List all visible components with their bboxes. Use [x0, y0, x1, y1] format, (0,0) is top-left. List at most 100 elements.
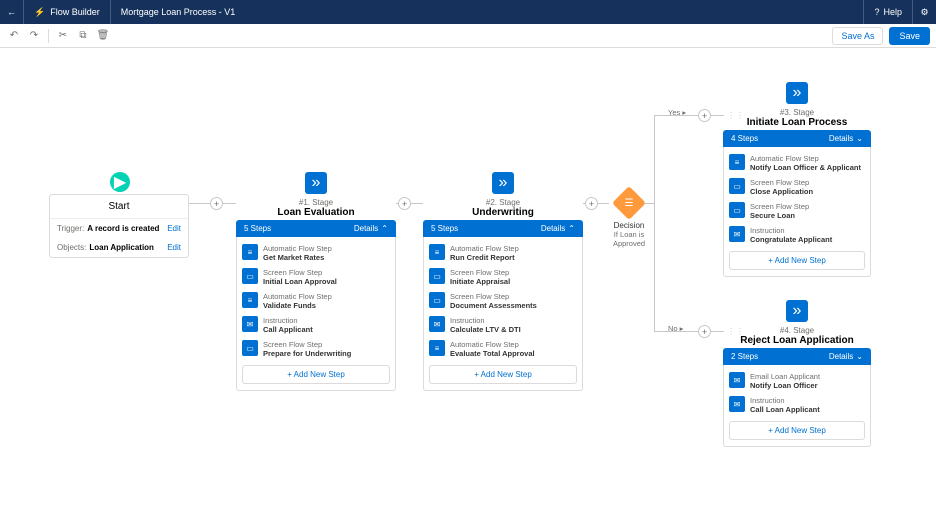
step-icon: ▭ — [429, 268, 445, 284]
edit-trigger-link[interactable]: Edit — [167, 224, 181, 233]
start-objects-row: Objects: Loan Application Edit — [50, 238, 188, 257]
step-icon: ≡ — [242, 244, 258, 260]
undo-icon: ↶ — [10, 30, 18, 41]
step-item[interactable]: ✉InstructionCall Applicant — [242, 313, 390, 337]
back-icon: ← — [7, 7, 16, 17]
edit-objects-link[interactable]: Edit — [167, 243, 181, 252]
stage-underwriting[interactable]: » #2. Stage Underwriting 5 Steps Details… — [423, 172, 583, 391]
add-node-button[interactable]: + — [698, 109, 711, 122]
stage-title: Initiate Loan Process — [723, 117, 871, 128]
add-step-button[interactable]: + Add New Step — [729, 421, 865, 440]
redo-icon: ↷ — [30, 30, 38, 41]
step-item[interactable]: ▭Screen Flow StepInitiate Appraisal — [429, 265, 577, 289]
steps-header[interactable]: 5 Steps Details ⌃ — [236, 220, 396, 237]
step-icon: ≡ — [429, 340, 445, 356]
cut-button[interactable]: ✂ — [55, 28, 71, 44]
gear-icon: ⚙ — [920, 7, 928, 18]
objects-value: Loan Application — [89, 243, 167, 252]
copy-button[interactable]: ⧉ — [75, 28, 91, 44]
details-toggle[interactable]: Details ⌃ — [541, 224, 575, 233]
step-item[interactable]: ✉InstructionCalculate LTV & DTI — [429, 313, 577, 337]
chevron-down-icon: ⌄ — [856, 134, 863, 143]
step-item[interactable]: ✉Email Loan ApplicantNotify Loan Officer — [729, 369, 865, 393]
step-icon: ✉ — [242, 316, 258, 332]
stage-title: Loan Evaluation — [236, 207, 396, 218]
flow-canvas[interactable]: ▶ Start Trigger: A record is created Edi… — [0, 48, 936, 526]
stage-title: Underwriting — [423, 207, 583, 218]
step-item[interactable]: ✉InstructionCall Loan Applicant — [729, 393, 865, 417]
flow-builder-icon: ⚡ — [34, 7, 45, 18]
stage-body: ≡Automatic Flow StepRun Credit Report ▭S… — [423, 237, 583, 391]
step-item[interactable]: ≡Automatic Flow StepValidate Funds — [242, 289, 390, 313]
step-item[interactable]: ▭Screen Flow StepClose Application — [729, 175, 865, 199]
step-item[interactable]: ▭Screen Flow StepSecure Loan — [729, 199, 865, 223]
stage-icon: » — [305, 172, 327, 194]
add-node-button[interactable]: + — [210, 197, 223, 210]
stage-number: #4. Stage — [723, 326, 871, 335]
step-item[interactable]: ≡Automatic Flow StepEvaluate Total Appro… — [429, 337, 577, 361]
steps-header[interactable]: 2 Steps Details ⌄ — [723, 348, 871, 365]
help-icon: ? — [874, 7, 879, 17]
details-toggle[interactable]: Details ⌃ — [354, 224, 388, 233]
step-item[interactable]: ▭Screen Flow StepPrepare for Underwritin… — [242, 337, 390, 361]
step-item[interactable]: ▭Screen Flow StepDocument Assessments — [429, 289, 577, 313]
steps-header[interactable]: 5 Steps Details ⌃ — [423, 220, 583, 237]
stage-number: #3. Stage — [723, 108, 871, 117]
step-icon: ✉ — [729, 226, 745, 242]
stage-initiate-loan[interactable]: » #3. Stage Initiate Loan Process 4 Step… — [723, 82, 871, 277]
decision-node[interactable]: ☰ Decision If Loan is Approved — [601, 191, 657, 248]
save-button[interactable]: Save — [889, 27, 930, 45]
steps-header[interactable]: 4 Steps Details ⌄ — [723, 130, 871, 147]
settings-button[interactable]: ⚙ — [912, 0, 936, 24]
step-count: 5 Steps — [244, 224, 354, 233]
save-as-button[interactable]: Save As — [832, 27, 883, 45]
stage-icon: » — [786, 300, 808, 322]
flow-name: Mortgage Loan Process - V1 — [111, 7, 246, 17]
add-step-button[interactable]: + Add New Step — [429, 365, 577, 384]
add-step-button[interactable]: + Add New Step — [242, 365, 390, 384]
delete-icon: 🗑 — [97, 30, 110, 41]
step-count: 5 Steps — [431, 224, 541, 233]
add-node-button[interactable]: + — [698, 325, 711, 338]
stage-loan-evaluation[interactable]: » #1. Stage Loan Evaluation 5 Steps Deta… — [236, 172, 396, 391]
delete-button[interactable]: 🗑 — [95, 28, 111, 44]
trigger-label: Trigger: — [57, 224, 84, 233]
start-node[interactable]: Start Trigger: A record is created Edit … — [49, 194, 189, 258]
copy-icon: ⧉ — [79, 30, 86, 41]
step-icon: ✉ — [729, 372, 745, 388]
step-item[interactable]: ≡Automatic Flow StepRun Credit Report — [429, 241, 577, 265]
decision-diamond-icon: ☰ — [612, 186, 646, 220]
connector-line — [654, 115, 724, 116]
add-step-button[interactable]: + Add New Step — [729, 251, 865, 270]
step-item[interactable]: ▭Screen Flow StepInitial Loan Approval — [242, 265, 390, 289]
toolbar: ↶ ↷ ✂ ⧉ 🗑 Save As Save — [0, 24, 936, 48]
redo-button[interactable]: ↷ — [26, 28, 42, 44]
objects-label: Objects: — [57, 243, 86, 252]
chevron-up-icon: ⌃ — [568, 224, 575, 233]
details-toggle[interactable]: Details ⌄ — [829, 352, 863, 361]
step-item[interactable]: ≡Automatic Flow StepGet Market Rates — [242, 241, 390, 265]
add-node-button[interactable]: + — [585, 197, 598, 210]
start-play-icon: ▶ — [110, 172, 130, 192]
help-label: Help — [883, 7, 902, 17]
stage-number: #1. Stage — [236, 198, 396, 207]
chevron-down-icon: ⌄ — [856, 352, 863, 361]
step-item[interactable]: ✉InstructionCongratulate Applicant — [729, 223, 865, 247]
stage-body: ≡Automatic Flow StepGet Market Rates ▭Sc… — [236, 237, 396, 391]
undo-button[interactable]: ↶ — [6, 28, 22, 44]
start-trigger-row: Trigger: A record is created Edit — [50, 219, 188, 238]
help-button[interactable]: ? Help — [863, 0, 912, 24]
app-name: Flow Builder — [50, 7, 100, 17]
stage-reject-loan[interactable]: » #4. Stage Reject Loan Application 2 St… — [723, 300, 871, 447]
step-count: 2 Steps — [731, 352, 829, 361]
back-button[interactable]: ← — [0, 0, 24, 24]
decision-condition: If Loan is Approved — [601, 230, 657, 248]
add-node-button[interactable]: + — [398, 197, 411, 210]
chevron-up-icon: ⌃ — [381, 224, 388, 233]
app-header: ← ⚡ Flow Builder Mortgage Loan Process -… — [0, 0, 936, 24]
step-icon: ▭ — [729, 178, 745, 194]
step-icon: ≡ — [729, 154, 745, 170]
stage-title: Reject Loan Application — [723, 335, 871, 346]
step-item[interactable]: ≡Automatic Flow StepNotify Loan Officer … — [729, 151, 865, 175]
details-toggle[interactable]: Details ⌄ — [829, 134, 863, 143]
